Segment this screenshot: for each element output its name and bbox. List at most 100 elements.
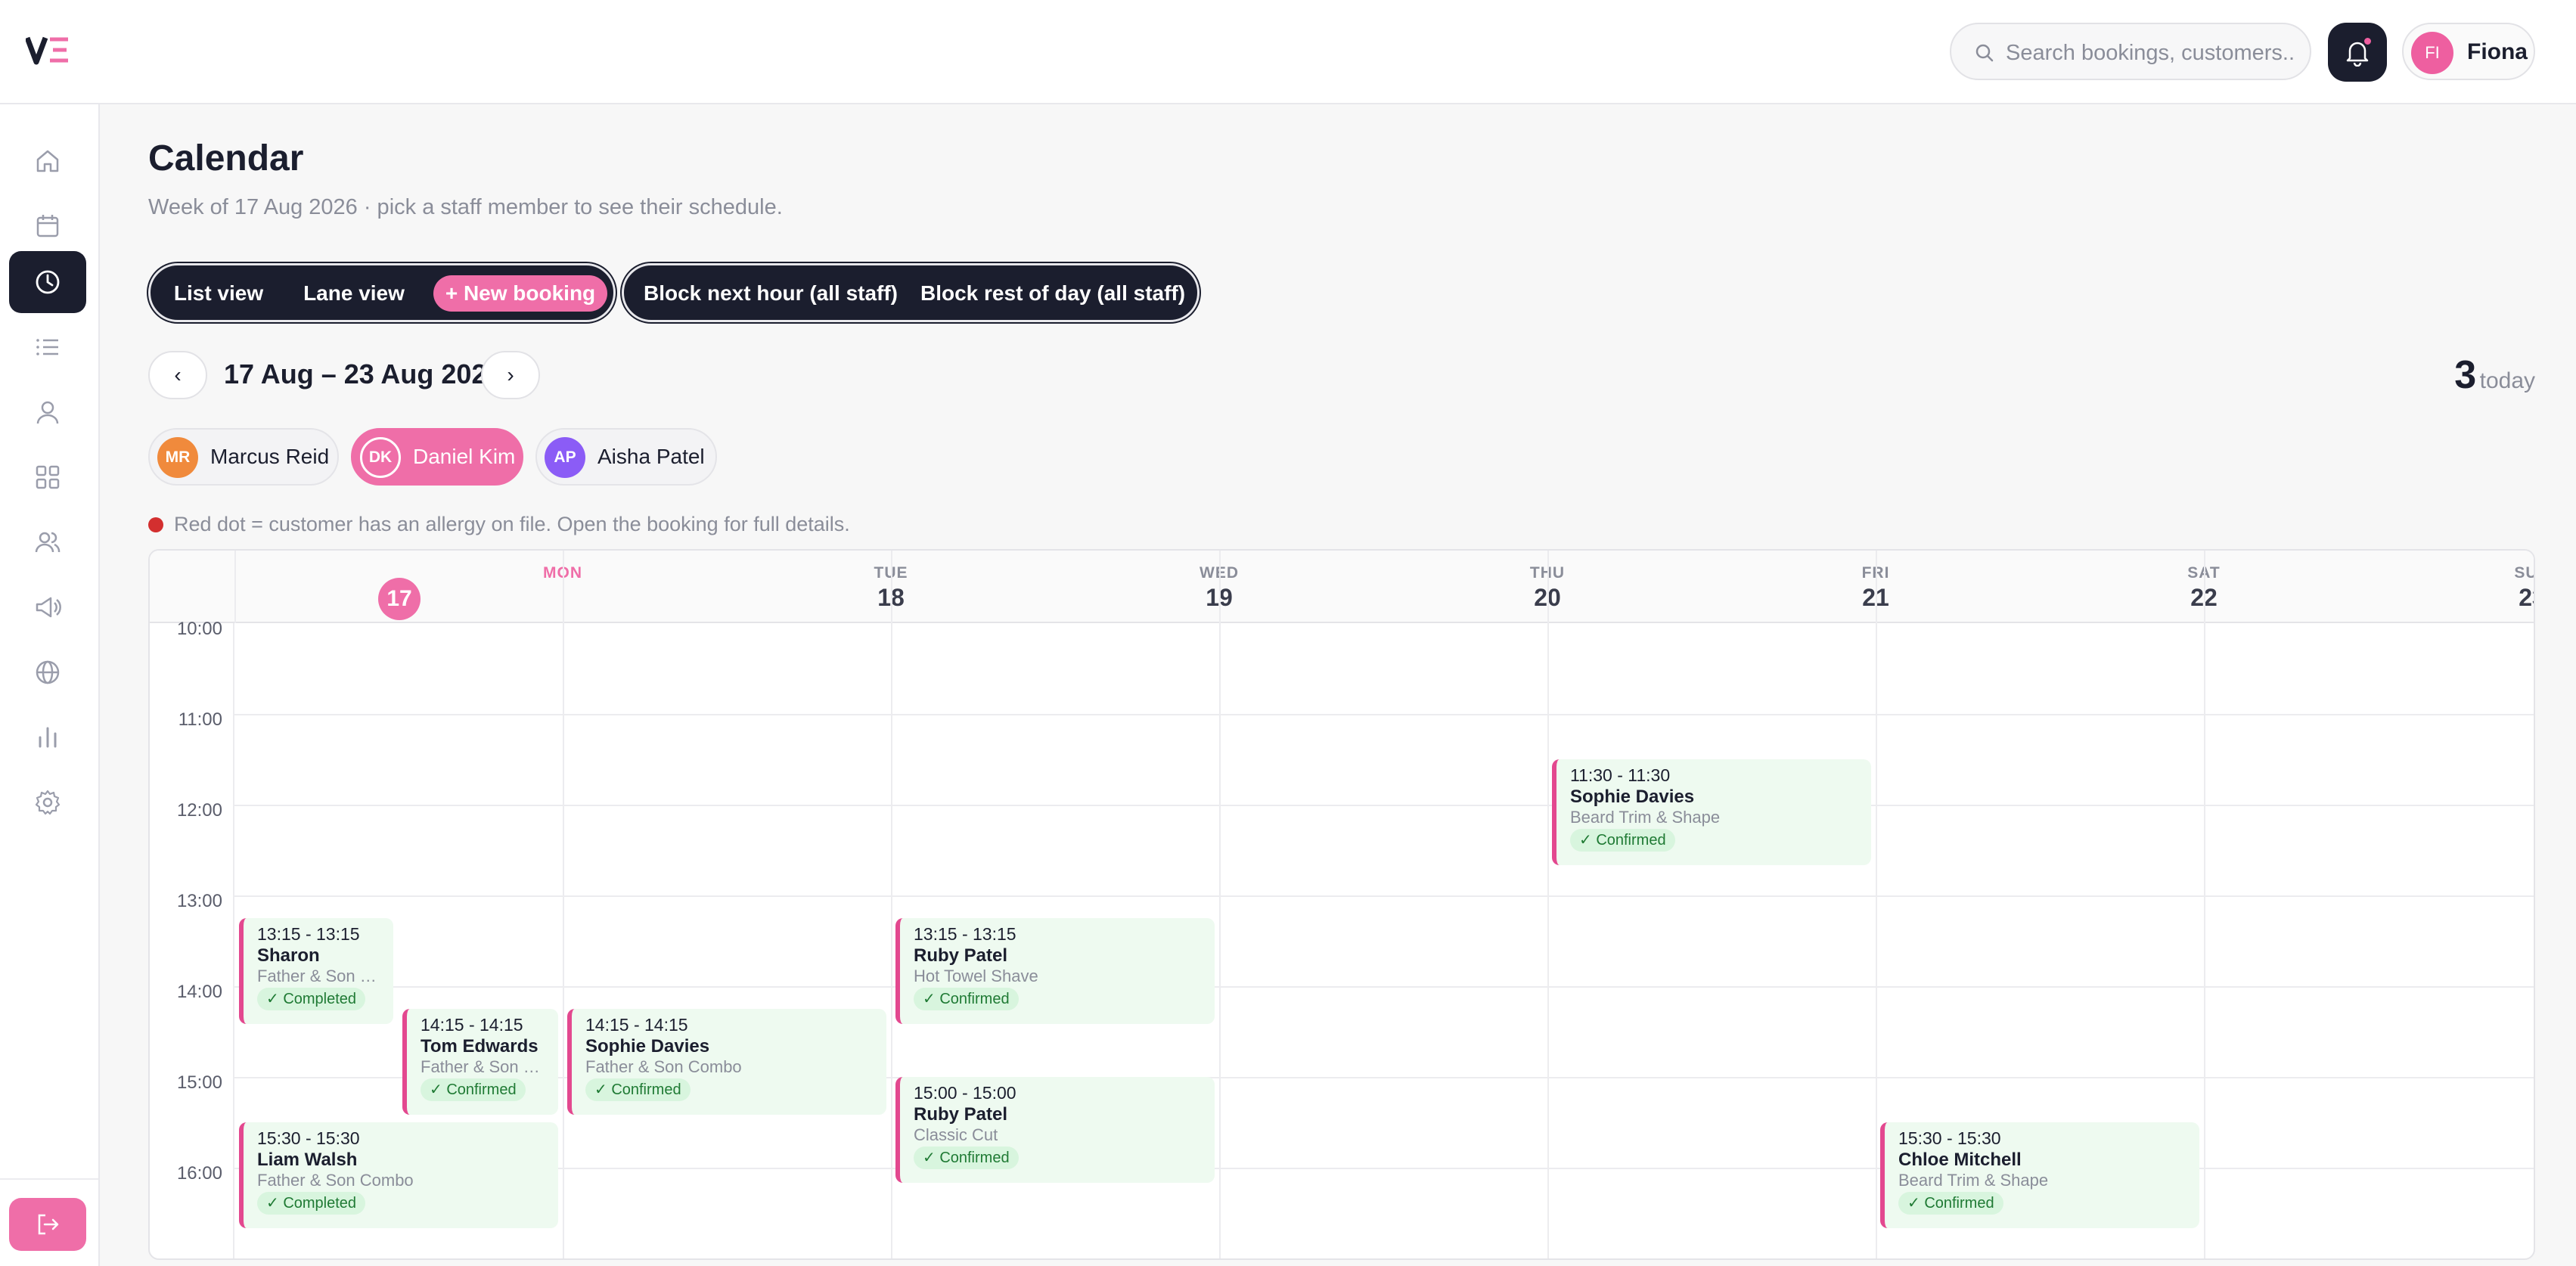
staff-chip-daniel-kim[interactable]: DK Daniel Kim — [351, 428, 523, 486]
avatar: MR — [157, 437, 198, 478]
staff-chip-marcus-reid[interactable]: MR Marcus Reid — [148, 428, 339, 486]
booking-card[interactable]: 15:30 - 15:30 Liam Walsh Father & Son Co… — [239, 1122, 558, 1228]
avatar: FI — [2411, 32, 2453, 74]
staff-chip-aisha-patel[interactable]: AP Aisha Patel — [535, 428, 717, 486]
time-label: 10:00 — [176, 619, 222, 639]
sidebar-item-marketing[interactable] — [9, 576, 86, 638]
day-gridline — [1219, 623, 1221, 1258]
booking-service: Father & Son Combo — [421, 1057, 551, 1076]
calendar-icon — [36, 215, 59, 237]
block-rest-of-day-button[interactable]: Block rest of day (all staff) — [920, 275, 1185, 312]
day-header-thu[interactable]: THU 20 — [1219, 551, 1564, 623]
status-badge: ✓ Confirmed — [914, 1147, 1019, 1169]
booking-time: 15:00 - 15:00 — [914, 1083, 1016, 1103]
staff-name: Aisha Patel — [597, 445, 705, 468]
day-header-wed[interactable]: WED 19 — [891, 551, 1238, 623]
booking-customer: Chloe Mitchell — [1898, 1150, 2022, 1170]
page-subtitle: Week of 17 Aug 2026 · pick a staff membe… — [148, 195, 783, 219]
day-header-tue[interactable]: TUE 18 — [563, 551, 908, 623]
sidebar-item-list[interactable] — [9, 316, 86, 378]
sidebar-item-calendar[interactable] — [9, 195, 86, 257]
booking-card[interactable]: 13:15 - 13:15 Sharon Father & Son Combo … — [239, 918, 393, 1024]
booking-service: Beard Trim & Shape — [1898, 1171, 2049, 1190]
day-gridline — [1547, 623, 1549, 1258]
status-badge: ✓ Confirmed — [421, 1078, 526, 1101]
booking-card[interactable]: 15:00 - 15:00 Ruby Patel Classic Cut ✓ C… — [895, 1077, 1215, 1183]
chevron-right-icon: › — [507, 363, 514, 386]
today-count: 3 today — [2454, 352, 2535, 398]
status-badge: ✓ Confirmed — [1570, 829, 1675, 852]
day-header-mon[interactable]: MON 17 — [234, 551, 582, 623]
booking-time: 15:30 - 15:30 — [257, 1128, 360, 1148]
booking-customer: Ruby Patel — [914, 1104, 1008, 1125]
booking-time: 15:30 - 15:30 — [1898, 1128, 2001, 1148]
block-toolbar: Block next hour (all staff) Block rest o… — [622, 263, 1200, 322]
time-label: 11:00 — [178, 709, 222, 730]
week-calendar: MON 17 TUE 18 WED 19 THU 20 FRI 21 SAT 2… — [148, 549, 2535, 1260]
lane-view-button[interactable]: Lane view — [291, 275, 417, 312]
next-week-button[interactable]: › — [481, 351, 540, 399]
app-logo[interactable] — [26, 33, 71, 67]
day-header-sat[interactable]: SAT 22 — [1876, 551, 2220, 623]
booking-customer: Sharon — [257, 945, 320, 966]
logout-button[interactable] — [9, 1198, 86, 1251]
avatar: DK — [360, 437, 401, 478]
day-header-fri[interactable]: FRI 21 — [1547, 551, 1889, 623]
users-icon — [35, 532, 61, 553]
booking-time: 13:15 - 13:15 — [914, 924, 1016, 944]
booking-card[interactable]: 13:15 - 13:15 Ruby Patel Hot Towel Shave… — [895, 918, 1215, 1024]
staff-name: Daniel Kim — [413, 445, 516, 468]
user-icon — [36, 401, 59, 424]
today-count-number: 3 — [2454, 353, 2477, 397]
sidebar-item-customers[interactable] — [9, 381, 86, 443]
time-label: 16:00 — [176, 1163, 222, 1184]
day-number: 17 — [378, 578, 421, 620]
allergy-legend: Red dot = customer has an allergy on fil… — [148, 513, 850, 536]
time-label: 13:00 — [176, 891, 222, 911]
day-gridline — [233, 623, 234, 1258]
user-menu[interactable]: FI Fiona — [2402, 23, 2535, 80]
sidebar-item-home[interactable] — [9, 130, 86, 192]
sidebar-item-services[interactable] — [9, 446, 86, 508]
booking-customer: Sophie Davies — [1570, 787, 1695, 807]
booking-service: Father & Son Combo — [585, 1057, 742, 1076]
notification-dot — [2363, 36, 2373, 46]
day-header-sun[interactable]: SUN 23 — [2204, 551, 2534, 623]
sidebar — [0, 104, 100, 1266]
prev-week-button[interactable]: ‹ — [148, 351, 207, 399]
booking-card[interactable]: 11:30 - 11:30 Sophie Davies Beard Trim &… — [1552, 759, 1871, 865]
list-view-button[interactable]: List view — [167, 275, 270, 312]
block-next-hour-button[interactable]: Block next hour (all staff) — [642, 275, 899, 312]
new-booking-button[interactable]: + New booking — [433, 275, 607, 312]
sidebar-item-reports[interactable] — [9, 706, 86, 768]
search-input[interactable]: Search bookings, customers.. — [1950, 23, 2311, 80]
notifications-button[interactable] — [2328, 23, 2387, 82]
search-placeholder: Search bookings, customers.. — [2006, 41, 2295, 65]
time-label: 14:00 — [176, 982, 222, 1002]
booking-time: 11:30 - 11:30 — [1570, 765, 1671, 785]
logout-icon — [38, 1214, 59, 1235]
booking-service: Hot Towel Shave — [914, 967, 1038, 985]
megaphone-icon — [36, 597, 61, 618]
status-badge: ✓ Confirmed — [914, 988, 1019, 1010]
booking-service: Father & Son Combo — [257, 967, 386, 985]
booking-card[interactable]: 15:30 - 15:30 Chloe Mitchell Beard Trim … — [1880, 1122, 2199, 1228]
day-of-week: SUN — [2514, 564, 2534, 582]
sidebar-item-staff[interactable] — [9, 511, 86, 573]
booking-customer: Liam Walsh — [257, 1150, 358, 1170]
booking-service: Father & Son Combo — [257, 1171, 414, 1190]
globe-icon — [36, 660, 60, 684]
sidebar-item-schedule[interactable] — [9, 251, 86, 313]
list-icon — [36, 339, 58, 355]
top-bar: Search bookings, customers.. FI Fiona — [0, 0, 2576, 104]
booking-card[interactable]: 14:15 - 14:15 Sophie Davies Father & Son… — [567, 1009, 886, 1115]
booking-service: Classic Cut — [914, 1125, 998, 1144]
bar-chart-icon — [39, 727, 57, 748]
date-range: 17 Aug – 23 Aug 2026 — [224, 358, 502, 389]
grid-icon — [36, 465, 60, 489]
booking-card[interactable]: 14:15 - 14:15 Tom Edwards Father & Son C… — [402, 1009, 558, 1115]
booking-time: 13:15 - 13:15 — [257, 924, 360, 944]
calendar-header: MON 17 TUE 18 WED 19 THU 20 FRI 21 SAT 2… — [150, 551, 2534, 623]
sidebar-item-settings[interactable] — [9, 771, 86, 833]
sidebar-item-website[interactable] — [9, 641, 86, 703]
